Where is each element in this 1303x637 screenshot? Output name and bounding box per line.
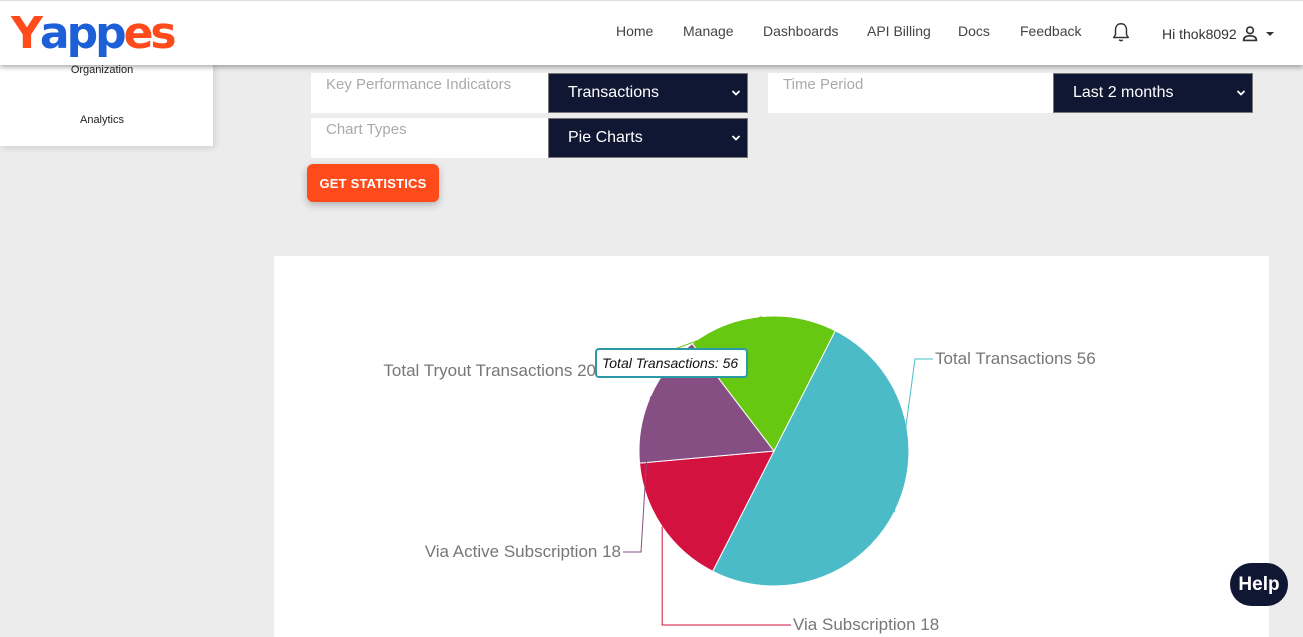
person-icon <box>1242 26 1257 42</box>
chart-type-label: Chart Types <box>326 121 407 138</box>
chart-type-field: Chart Types <box>311 118 549 158</box>
caret-down-icon <box>1265 32 1274 36</box>
time-period-label: Time Period <box>783 76 864 93</box>
nav-home[interactable]: Home <box>616 23 653 39</box>
sidebar-item-organization[interactable]: Organization <box>0 64 204 76</box>
time-period-field: Time Period <box>768 73 1054 113</box>
help-button[interactable]: Help <box>1230 563 1288 606</box>
pie-data-label: Total Tryout Transactions 20 <box>383 361 596 380</box>
yappes-logo[interactable]: Yapp es <box>11 7 177 59</box>
nav-manage[interactable]: Manage <box>683 23 734 39</box>
top-header: Yapp es Home Manage Dashboards API Billin… <box>0 0 1303 65</box>
pie-data-label: Via Subscription 18 <box>793 615 939 634</box>
nav-api-billing[interactable]: API Billing <box>867 23 931 39</box>
user-menu[interactable]: Hi thok8092 <box>1162 23 1277 45</box>
chart-type-select-value: Pie Charts <box>568 129 643 146</box>
chevron-down-icon <box>731 135 741 141</box>
notification-bell-icon[interactable] <box>1110 21 1132 43</box>
get-statistics-button[interactable]: GET STATISTICS <box>307 164 439 202</box>
chart-type-select[interactable]: Pie Charts <box>548 118 748 158</box>
pie-data-label: Total Transactions 56 <box>935 349 1096 368</box>
chevron-down-icon <box>1236 90 1246 96</box>
chart-tooltip: Total Transactions: 56 <box>595 348 748 378</box>
chart-card: Total Transactions 56 Via Subscription 18… <box>274 256 1269 637</box>
time-period-select-value: Last 2 months <box>1073 84 1174 101</box>
kpi-field: Key Performance Indicators <box>311 73 549 113</box>
nav-docs[interactable]: Docs <box>958 23 990 39</box>
sidebar: Organization Analytics <box>0 60 213 146</box>
nav-dashboards[interactable]: Dashboards <box>763 23 839 39</box>
user-greeting: Hi thok8092 <box>1162 26 1237 42</box>
pie-chart: Total Transactions 56 Via Subscription 18… <box>383 315 1096 634</box>
kpi-select-value: Transactions <box>568 84 659 101</box>
kpi-label: Key Performance Indicators <box>326 76 512 93</box>
nav-feedback[interactable]: Feedback <box>1020 23 1081 39</box>
chart-tooltip-text: Total Transactions: 56 <box>602 355 738 371</box>
chevron-down-icon <box>731 90 741 96</box>
pie-data-label: Via Active Subscription 18 <box>425 542 621 561</box>
kpi-select[interactable]: Transactions <box>548 73 748 113</box>
sidebar-item-analytics[interactable]: Analytics <box>0 114 204 126</box>
time-period-select[interactable]: Last 2 months <box>1053 73 1253 113</box>
